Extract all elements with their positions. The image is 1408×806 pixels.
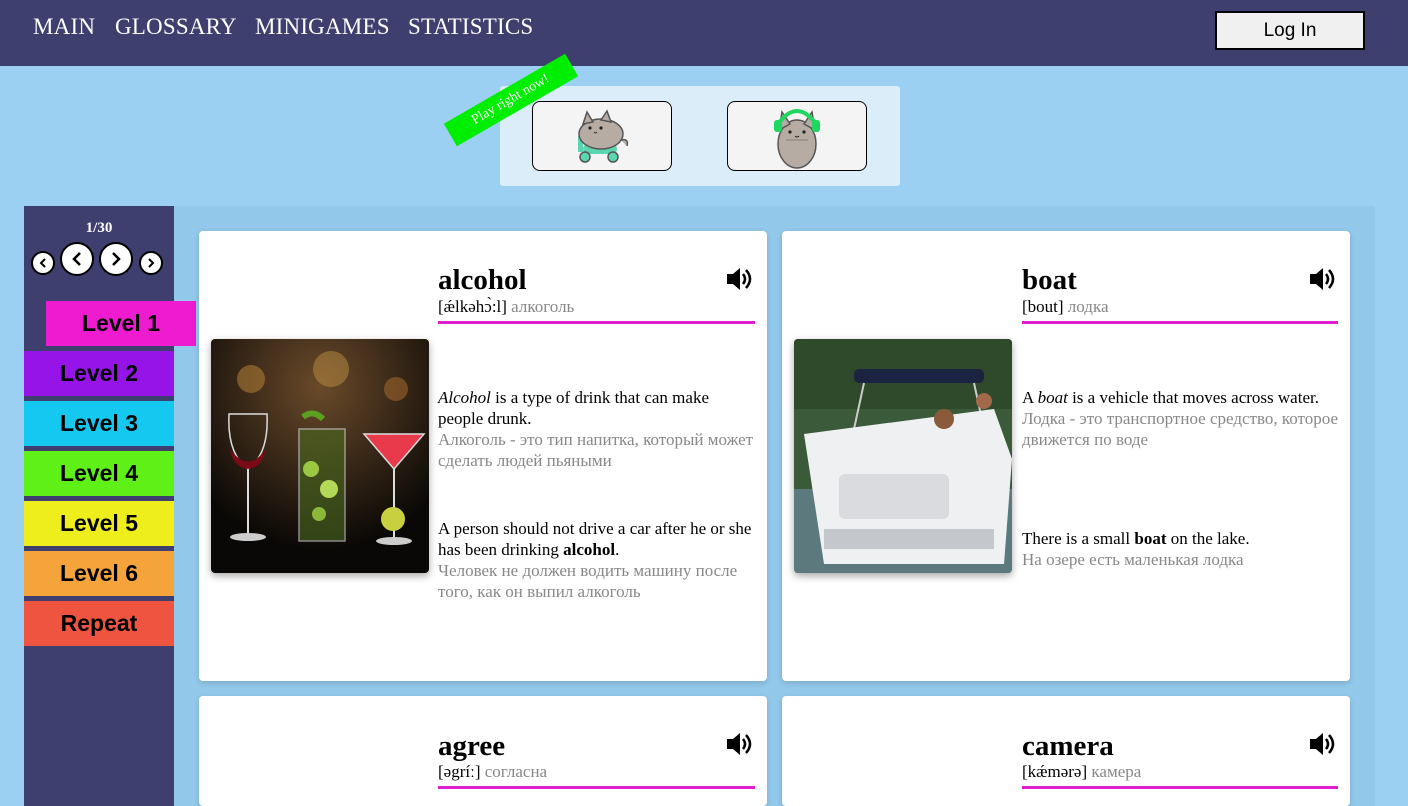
nav-statistics[interactable]: STATISTICS	[408, 14, 533, 40]
russian-translation: лодка	[1067, 297, 1109, 316]
transcription-line: [bout] лодка	[1022, 297, 1338, 324]
example-russian: Человек не должен водить машину после то…	[438, 561, 738, 601]
definition-pre: A	[1022, 388, 1038, 407]
card-word: boat	[1022, 264, 1077, 296]
top-navbar: MAIN GLOSSARY MINIGAMES STATISTICS Log I…	[0, 0, 1408, 66]
level-4-button[interactable]: Level 4	[24, 451, 174, 496]
next-button[interactable]	[99, 242, 133, 276]
speaker-icon[interactable]	[725, 265, 755, 293]
nav-main[interactable]: MAIN	[33, 14, 95, 40]
repeat-button[interactable]: Repeat	[24, 601, 174, 646]
card-word: camera	[1022, 730, 1114, 762]
level-1-button[interactable]: Level 1	[46, 301, 196, 346]
transcription-line: [kǽmərə] камера	[1022, 762, 1338, 789]
first-page-button[interactable]	[31, 251, 55, 275]
example-russian: На озере есть маленькая лодка	[1022, 550, 1244, 569]
card-word: agree	[438, 730, 506, 762]
speaker-icon[interactable]	[1308, 730, 1338, 758]
chevron-right-icon	[112, 252, 121, 266]
level-3-button[interactable]: Level 3	[24, 401, 174, 446]
level-5-button[interactable]: Level 5	[24, 501, 174, 546]
example-pre: There is a small	[1022, 529, 1135, 548]
minigames-panel	[500, 86, 900, 186]
transcription-line: [ǽlkəhɔ̀:l] алкоголь	[438, 297, 755, 324]
transcription-line: [əgríː] согласна	[438, 762, 755, 789]
login-button[interactable]: Log In	[1215, 11, 1365, 50]
speaker-icon[interactable]	[725, 730, 755, 758]
pusheen-headphones-icon	[774, 109, 820, 169]
speaker-icon[interactable]	[1308, 265, 1338, 293]
minigame-music-button[interactable]	[727, 101, 867, 171]
chevron-left-icon	[72, 252, 81, 266]
word-counter: 1/30	[85, 220, 113, 236]
chevron-right-icon	[148, 258, 155, 268]
definition-russian: Лодка - это транспортное средство, котор…	[1022, 409, 1338, 449]
minigame-scooter-button[interactable]	[532, 101, 672, 171]
example-keyword: alcohol	[563, 540, 616, 559]
russian-translation: камера	[1091, 762, 1142, 781]
example-post: on the lake.	[1166, 529, 1250, 548]
example-keyword: boat	[1134, 529, 1167, 548]
definition-keyword: boat	[1037, 388, 1068, 407]
pusheen-scooter-icon	[578, 109, 629, 163]
definition-russian: Алкоголь - это тип напитка, который може…	[438, 430, 754, 470]
russian-translation: алкоголь	[511, 297, 575, 316]
nav-minigames[interactable]: MINIGAMES	[255, 14, 390, 40]
example-post: .	[615, 540, 620, 559]
example-text: There is a small boat on the lake. На оз…	[1022, 528, 1342, 570]
ipa-text: [bout]	[1022, 297, 1064, 316]
ipa-text: [əgríː]	[438, 762, 481, 781]
example-text: A person should not drive a car after he…	[438, 518, 758, 602]
definition-text: Alcohol is a type of drink that can make…	[438, 387, 758, 471]
level-2-button[interactable]: Level 2	[24, 351, 174, 396]
russian-translation: согласна	[484, 762, 548, 781]
definition-rest: is a vehicle that moves across water.	[1067, 388, 1319, 407]
word-image-boat	[794, 339, 1012, 573]
definition-keyword: Alcohol	[438, 388, 491, 407]
last-page-button[interactable]	[139, 251, 163, 275]
ipa-text: [kǽmərə]	[1022, 762, 1088, 781]
nav-glossary[interactable]: GLOSSARY	[115, 14, 237, 40]
level-6-button[interactable]: Level 6	[24, 551, 174, 596]
chevron-left-icon	[39, 258, 46, 268]
prev-button[interactable]	[60, 242, 94, 276]
definition-text: A boat is a vehicle that moves across wa…	[1022, 387, 1342, 450]
ipa-text: [ǽlkəhɔ̀:l]	[438, 297, 507, 316]
word-image-alcohol	[211, 339, 429, 573]
card-word: alcohol	[438, 264, 527, 296]
